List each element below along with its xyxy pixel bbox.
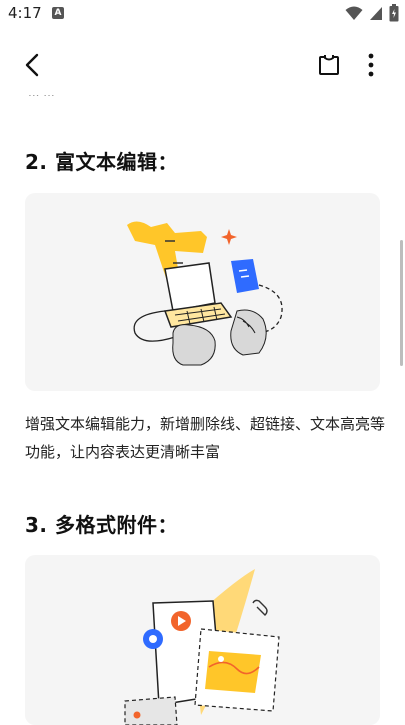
more-vertical-icon <box>368 53 374 77</box>
section-title-rich-text: 2. 富文本编辑： <box>25 150 178 174</box>
signal-icon <box>370 7 382 20</box>
section-title-attachments: 3. 多格式附件： <box>25 513 178 537</box>
scrollbar[interactable] <box>400 240 403 366</box>
rich-text-description: 增强文本编辑能力，新增删除线、超链接、文本高亮等功能，让内容表达更清晰丰富 <box>25 415 386 461</box>
more-button[interactable] <box>358 50 384 80</box>
status-icons <box>345 4 399 22</box>
clipboard-button[interactable] <box>314 50 344 80</box>
status-bar: 4:17 A <box>0 0 405 28</box>
top-toolbar <box>0 36 405 92</box>
status-time: 4:17 <box>8 4 42 22</box>
multi-format-attachments-illustration <box>124 569 280 725</box>
partial-previous-text: ... ... <box>28 86 55 96</box>
battery-icon <box>389 4 399 22</box>
rich-text-editing-illustration <box>127 221 283 366</box>
chevron-left-icon <box>25 53 39 77</box>
rich-text-illustration <box>25 193 380 391</box>
wifi-icon <box>345 6 363 20</box>
clipboard-icon <box>319 55 339 75</box>
back-button[interactable] <box>18 50 48 80</box>
attachments-illustration <box>25 555 380 725</box>
notification-icon: A <box>52 7 64 19</box>
